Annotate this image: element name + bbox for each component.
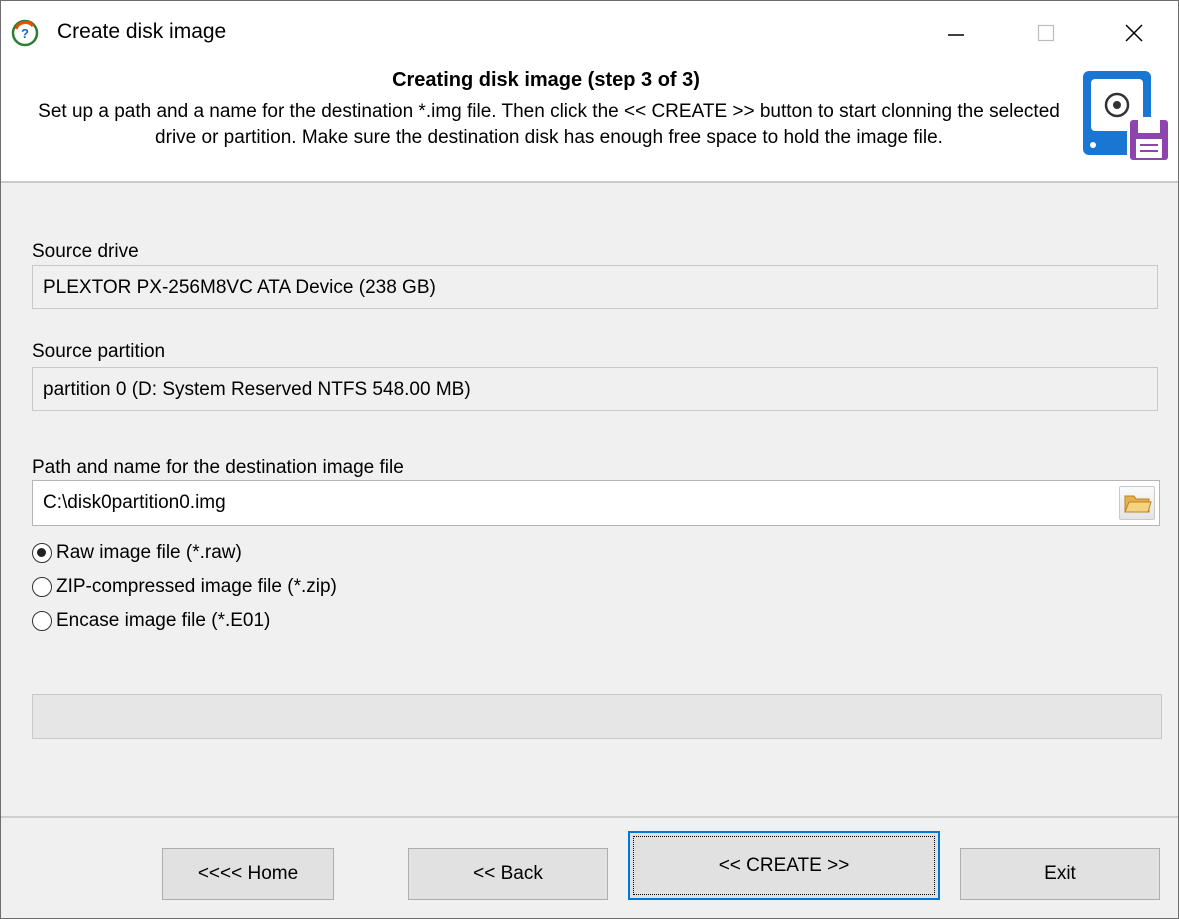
back-button-label: << Back	[473, 863, 543, 884]
source-partition-label: Source partition	[32, 341, 166, 362]
progress-bar	[32, 694, 1162, 739]
create-button-label: << CREATE >>	[718, 854, 850, 876]
format-option-encase[interactable]: Encase image file (*.E01)	[32, 607, 270, 635]
app-logo-icon: ?	[11, 19, 39, 47]
exit-button-label: Exit	[1044, 863, 1076, 884]
radio-raw[interactable]	[32, 543, 52, 563]
disk-save-icon	[1083, 71, 1171, 163]
source-drive-field: PLEXTOR PX-256M8VC ATA Device (238 GB)	[32, 265, 1158, 309]
step-description: Set up a path and a name for the destina…	[38, 101, 1060, 148]
exit-button[interactable]: Exit	[960, 848, 1160, 900]
create-disk-image-window: ? Create disk image Creating disk image …	[0, 0, 1179, 919]
format-option-raw[interactable]: Raw image file (*.raw)	[32, 539, 242, 567]
format-option-zip[interactable]: ZIP-compressed image file (*.zip)	[32, 573, 337, 601]
source-partition-field: partition 0 (D: System Reserved NTFS 548…	[32, 367, 1158, 411]
svg-text:?: ?	[21, 26, 29, 41]
home-button-label: <<<< Home	[197, 863, 299, 884]
destination-path-input[interactable]	[33, 481, 1103, 525]
radio-encase[interactable]	[32, 611, 52, 631]
back-button[interactable]: << Back	[408, 848, 608, 900]
footer-divider	[1, 816, 1178, 818]
step-title: Creating disk image (step 3 of 3)	[392, 69, 700, 91]
source-drive-label: Source drive	[32, 241, 139, 262]
radio-zip[interactable]	[32, 577, 52, 597]
format-option-label: Raw image file (*.raw)	[56, 542, 242, 563]
folder-icon	[1124, 495, 1152, 513]
maximize-icon	[1037, 24, 1055, 42]
browse-button[interactable]	[1119, 486, 1155, 520]
minimize-button[interactable]	[931, 13, 981, 53]
home-button[interactable]: <<<< Home	[162, 848, 334, 900]
title-bar: ? Create disk image	[1, 1, 1178, 63]
minimize-icon	[948, 34, 964, 36]
close-icon	[1125, 24, 1143, 42]
wizard-header: Creating disk image (step 3 of 3) Set up…	[1, 63, 1178, 183]
format-option-label: ZIP-compressed image file (*.zip)	[56, 576, 337, 597]
format-option-label: Encase image file (*.E01)	[56, 610, 271, 631]
close-button[interactable]	[1109, 13, 1159, 53]
window-title: Create disk image	[57, 20, 227, 43]
maximize-button[interactable]	[1021, 13, 1071, 53]
destination-path-box	[32, 480, 1160, 526]
create-button[interactable]: << CREATE >>	[628, 831, 940, 900]
destination-path-label: Path and name for the destination image …	[32, 457, 404, 478]
